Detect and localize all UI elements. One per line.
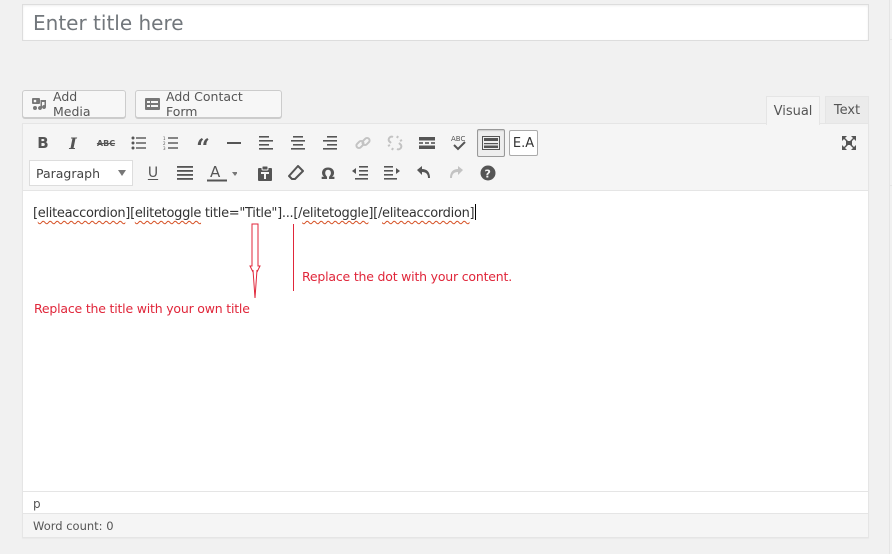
toolbar-row-1: B I ABC 123 “ ABC E.A [23, 129, 868, 162]
element-path[interactable]: p [33, 497, 41, 511]
editor: B I ABC 123 “ ABC E.A Paragraph U A Ω ? … [22, 123, 869, 538]
undo-button[interactable] [410, 159, 438, 187]
underline-button[interactable]: U [139, 159, 167, 187]
word-count-bar: Word count: 0 [23, 513, 868, 537]
misspelled-word: elitetoggle [134, 206, 202, 221]
svg-text:?: ? [485, 168, 491, 181]
dropdown-caret-icon [118, 170, 126, 176]
horizontal-line-button[interactable] [220, 129, 248, 157]
horizontal-line-icon [227, 142, 241, 144]
blockquote-icon: “ [196, 133, 210, 162]
text-color-button[interactable]: A [203, 159, 245, 187]
fullscreen-button[interactable] [835, 129, 863, 157]
increase-indent-button[interactable] [378, 159, 406, 187]
elite-accordion-label: E.A [512, 135, 535, 151]
text-color-icon: A [207, 164, 237, 182]
word-count: Word count: 0 [33, 519, 114, 533]
undo-icon [417, 166, 430, 178]
justify-button[interactable] [171, 159, 199, 187]
text-segment: title="Title"]...[/ [201, 206, 303, 221]
bulleted-list-button[interactable] [125, 129, 153, 157]
align-left-icon [259, 136, 273, 150]
add-contact-form-label: Add Contact Form [166, 89, 243, 119]
bulleted-list-icon [131, 136, 146, 150]
strikethrough-button[interactable]: ABC [92, 129, 120, 157]
clear-formatting-button[interactable] [282, 159, 310, 187]
help-icon: ? [480, 165, 496, 181]
justify-icon [177, 166, 193, 180]
text-segment: ][/ [368, 206, 383, 221]
title-annotation: Replace the title with your own title [34, 301, 250, 316]
keyboard-icon [482, 136, 500, 150]
bold-button[interactable]: B [29, 129, 57, 157]
add-media-label: Add Media [53, 89, 91, 119]
clipboard-icon [258, 165, 272, 181]
dot-annotation: Replace the dot with your content. [302, 269, 512, 284]
numbered-list-icon: 123 [163, 136, 178, 150]
toolbar-row-2: Paragraph U A Ω ? [23, 159, 868, 187]
post-title-input[interactable] [23, 5, 868, 40]
numbered-list-button[interactable]: 123 [157, 129, 185, 157]
spellcheck-icon: ABC [451, 135, 466, 151]
shortcode-line[interactable]: [eliteaccordion][elitetoggle title="Titl… [33, 204, 858, 221]
strikethrough-icon: ABC [96, 138, 116, 148]
svg-text:ABC: ABC [451, 135, 465, 143]
remove-link-button[interactable] [381, 129, 409, 157]
post-title-field[interactable] [22, 4, 869, 41]
misspelled-word: elitetoggle [302, 206, 369, 221]
redo-icon [450, 166, 463, 178]
add-media-button[interactable]: Add Media [22, 89, 126, 119]
dot-pointer-line [293, 224, 294, 291]
tab-visual-label: Visual [773, 103, 813, 119]
insert-link-button[interactable] [349, 129, 377, 157]
special-character-button[interactable]: Ω [314, 159, 342, 187]
svg-text:3: 3 [163, 146, 166, 150]
element-path-bar: p [23, 491, 868, 513]
toolbar-toggle-button[interactable] [477, 129, 505, 157]
indent-icon [384, 166, 400, 180]
elite-accordion-button[interactable]: E.A [509, 130, 538, 156]
paragraph-format-value: Paragraph [36, 165, 101, 181]
outdent-icon [352, 166, 368, 180]
contact-form-icon [144, 97, 161, 111]
align-right-icon [323, 136, 337, 150]
align-center-button[interactable] [284, 129, 312, 157]
media-icon [31, 97, 48, 111]
fullscreen-icon [842, 136, 856, 150]
text-segment: ][ [125, 206, 135, 221]
misspelled-word: eliteaccordion [382, 206, 470, 221]
decrease-indent-button[interactable] [346, 159, 374, 187]
align-right-button[interactable] [316, 129, 344, 157]
link-icon [355, 136, 371, 150]
keyboard-shortcuts-button[interactable]: ? [474, 159, 502, 187]
editor-toolbar: B I ABC 123 “ ABC E.A Paragraph U A Ω ? [23, 124, 868, 191]
align-left-button[interactable] [252, 129, 280, 157]
omega-icon: Ω [321, 163, 335, 183]
read-more-button[interactable] [413, 129, 441, 157]
tab-visual[interactable]: Visual [766, 96, 820, 125]
blockquote-button[interactable]: “ [189, 129, 217, 162]
read-more-icon [419, 137, 435, 149]
text-cursor [475, 204, 477, 220]
bold-icon: B [37, 134, 49, 152]
paste-as-text-button[interactable] [251, 159, 279, 187]
svg-text:A: A [210, 164, 221, 181]
text-segment: ] [469, 206, 475, 221]
tab-text-label: Text [833, 103, 861, 118]
italic-icon: I [69, 133, 77, 153]
eraser-icon [288, 165, 304, 180]
unlink-icon [387, 135, 403, 151]
tab-text[interactable]: Text [825, 96, 869, 124]
editor-content[interactable]: [eliteaccordion][elitetoggle title="Titl… [23, 191, 868, 491]
misspelled-word: eliteaccordion [37, 206, 126, 221]
align-center-icon [291, 136, 305, 150]
add-contact-form-button[interactable]: Add Contact Form [135, 89, 282, 119]
down-arrow-annotation [249, 223, 261, 299]
paragraph-format-select[interactable]: Paragraph [29, 160, 133, 186]
redo-button[interactable] [442, 159, 470, 187]
italic-button[interactable]: I [59, 129, 87, 157]
spellcheck-button[interactable]: ABC [445, 129, 473, 157]
underline-icon: U [147, 165, 159, 181]
